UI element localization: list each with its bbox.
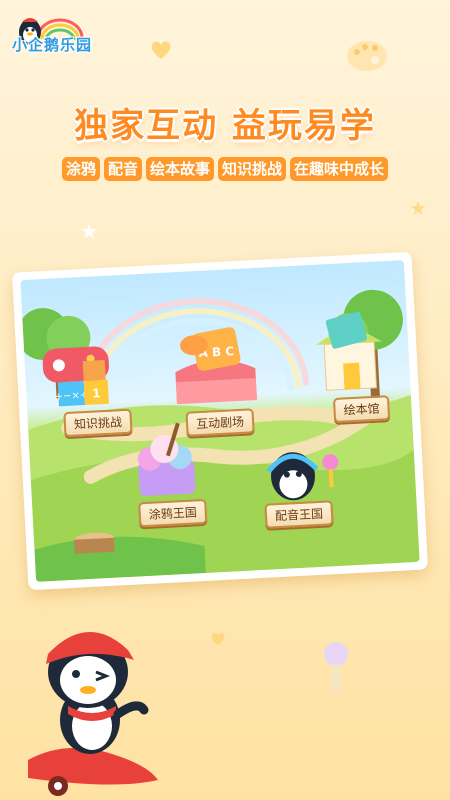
cube-digit: 1: [92, 386, 101, 400]
dubbing-kingdom-sign[interactable]: 配音王国: [264, 500, 334, 529]
theater-building: A B C: [175, 327, 257, 405]
feature-chip-picture-book: 绘本故事: [145, 157, 214, 181]
star-decoration: [410, 200, 426, 216]
heart-decoration: [211, 633, 225, 646]
logo-text: 小企鹅乐园: [12, 36, 93, 54]
knowledge-challenge-building: +−×÷ 1: [42, 346, 109, 407]
feature-list: 涂鸦 配音 绘本故事 知识挑战 在趣味中成长: [0, 157, 450, 181]
picture-book-library-sign[interactable]: 绘本馆: [332, 395, 391, 424]
microphone-decoration: [324, 642, 348, 692]
penguin-mascot: [28, 631, 158, 796]
interactive-theater-sign[interactable]: 互动剧场: [185, 408, 255, 437]
feature-chip-growth: 在趣味中成长: [290, 157, 389, 181]
feature-chip-knowledge: 知识挑战: [218, 157, 287, 181]
palette-decoration: [347, 41, 387, 71]
feature-chip-doodle: 涂鸦: [61, 157, 100, 181]
star-decoration: [81, 223, 97, 239]
headline: 独家互动 益玩易学: [74, 106, 376, 146]
app-screenshot-card: +−×÷ 1 A B C 知识挑战 互动剧场 绘本馆 涂鸦王国 配音王国: [11, 251, 429, 591]
heart-decoration: [151, 41, 171, 59]
doodle-kingdom-sign[interactable]: 涂鸦王国: [138, 498, 208, 528]
park-scene: +−×÷ 1 A B C 知识挑战 互动剧场 绘本馆 涂鸦王国 配音王国: [20, 260, 420, 582]
feature-chip-dubbing: 配音: [103, 157, 142, 181]
knowledge-challenge-sign[interactable]: 知识挑战: [63, 408, 133, 438]
cube-ops: +−×÷: [54, 390, 88, 403]
